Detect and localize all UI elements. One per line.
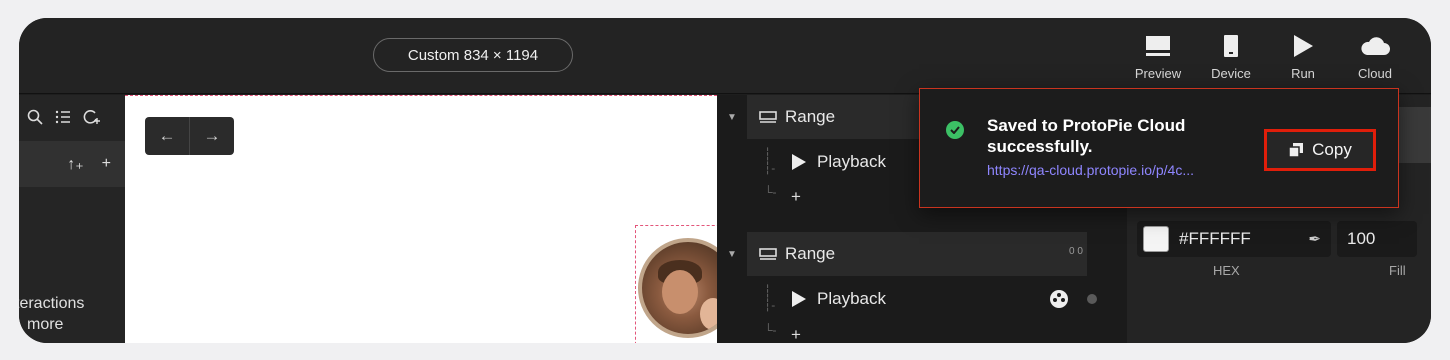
eyedropper-icon[interactable]: ✒ [1308, 230, 1321, 248]
preview-button[interactable]: Preview [1126, 32, 1190, 88]
response-row[interactable]: ┆ ┆- Playback [717, 276, 1127, 322]
copy-label: Copy [1312, 140, 1352, 159]
cloud-icon [1360, 32, 1390, 60]
cloud-link[interactable]: https://qa-cloud.protopie.io/p/4c... [987, 162, 1194, 178]
device-icon [1223, 32, 1239, 60]
list-icon[interactable] [55, 109, 71, 125]
copy-link-button[interactable]: Copy [1264, 129, 1376, 171]
collapse-caret-icon[interactable]: ▼ [727, 112, 737, 123]
back-arrow-icon[interactable]: ← [145, 117, 189, 155]
collapse-caret-icon[interactable]: ▼ [727, 249, 737, 260]
layers-toolbar-row: ↑₊ + [19, 141, 125, 187]
add-response-button[interactable]: └- + [717, 323, 1127, 343]
trigger-label: Range [785, 107, 836, 126]
scene-navigation: ← → [145, 117, 234, 155]
copy-icon [1288, 143, 1304, 158]
device-size-label: Custom 834 × 1194 [407, 46, 539, 64]
fill-opacity-field[interactable]: 100 [1337, 221, 1417, 257]
device-button[interactable]: Device [1199, 32, 1263, 88]
search-icon[interactable] [27, 109, 43, 125]
trigger-label: Range [785, 244, 836, 263]
top-toolbar: Custom 834 × 1194 Preview Device Run Clo… [19, 18, 1431, 94]
response-label: Playback [817, 152, 886, 171]
forward-arrow-icon[interactable]: → [189, 117, 234, 155]
app-window: Custom 834 × 1194 Preview Device Run Clo… [19, 18, 1431, 343]
preview-icon [1145, 32, 1171, 60]
cloud-button[interactable]: Cloud [1343, 32, 1407, 88]
range-trigger-icon [759, 248, 777, 260]
check-circle-icon [946, 121, 964, 139]
color-swatch[interactable] [1143, 226, 1169, 252]
save-success-toast: Saved to ProtoPie Cloud successfully. ht… [919, 88, 1399, 208]
hex-label: HEX [1213, 263, 1240, 278]
play-icon [792, 154, 806, 170]
device-size-selector[interactable]: Custom 834 × 1194 [373, 38, 573, 72]
hex-value[interactable]: #FFFFFF [1179, 229, 1298, 249]
fill-label: Fill [1389, 263, 1406, 278]
run-button[interactable]: Run [1271, 32, 1335, 88]
interactions-hint: teractions more [19, 295, 85, 333]
trigger-row[interactable]: ▼ Range 0 0 [717, 232, 1127, 276]
range-trigger-icon [759, 111, 777, 123]
toast-title: Saved to ProtoPie Cloud successfully. [987, 116, 1186, 156]
timeline-ruler: 0 0 [1069, 246, 1083, 257]
add-layer-icon[interactable]: + [102, 155, 111, 173]
layers-panel: ↑₊ + teractions more [19, 95, 125, 343]
response-label: Playback [817, 289, 886, 308]
sort-icon[interactable]: ↑₊ [67, 154, 83, 174]
run-icon [1292, 32, 1314, 60]
scene-canvas[interactable]: ← → [125, 95, 738, 343]
refresh-add-icon[interactable] [83, 109, 101, 125]
target-settings-icon[interactable] [1049, 289, 1069, 309]
image-layer-frame[interactable] [635, 225, 738, 343]
play-icon [792, 291, 806, 307]
hex-color-field[interactable]: #FFFFFF ✒ [1137, 221, 1331, 257]
keyframe-dot[interactable] [1087, 294, 1097, 304]
